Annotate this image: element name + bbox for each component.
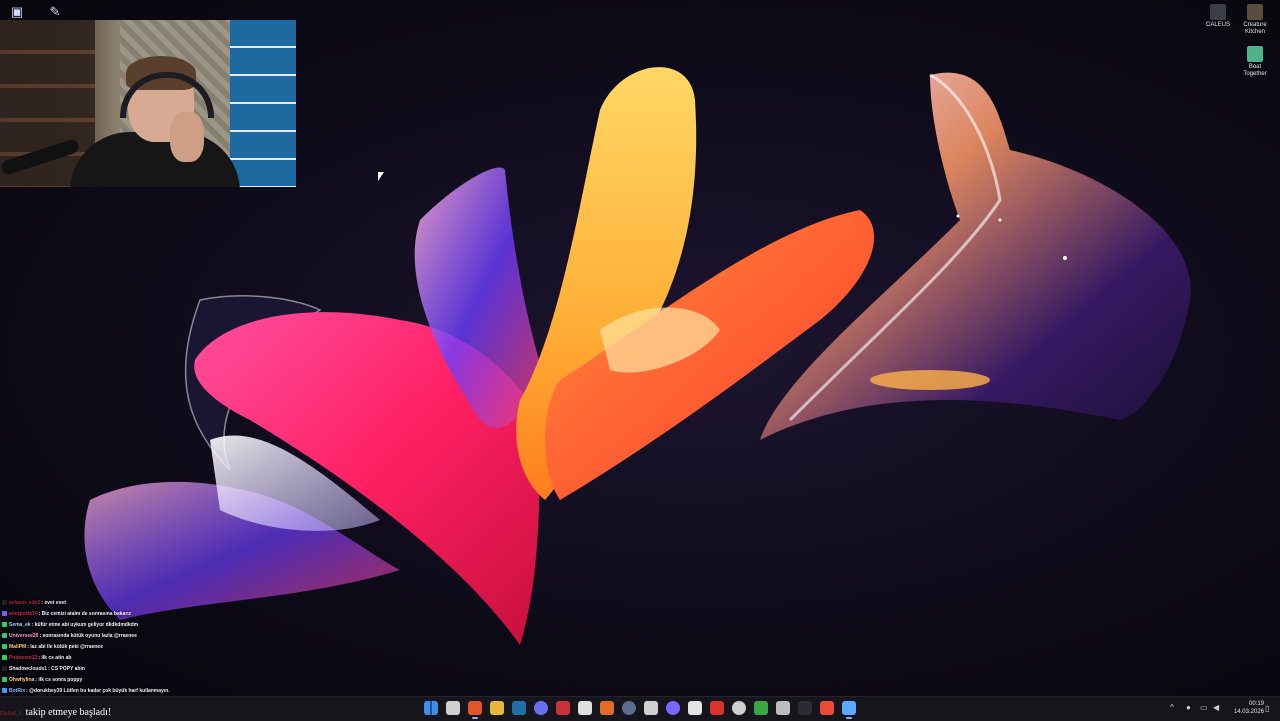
vpn-icon[interactable]	[842, 701, 856, 719]
chat-username: aylasm_sdn2	[9, 600, 41, 606]
stream-chat-overlay: aylasm_sdn2: evet evet overporta10: Biz c…	[2, 598, 322, 696]
file-explorer-icon[interactable]	[490, 701, 504, 715]
chat-message: MaliPM: laz abi ile kütük peki @rraenee	[2, 642, 322, 653]
volume-icon[interactable]: ◀	[1213, 703, 1219, 713]
chat-username: Shadowclouds1	[9, 666, 48, 672]
chat-username: MaliPM	[9, 644, 27, 650]
creature-kitchen-icon	[1247, 4, 1263, 20]
desktop-icon-label: Creature Kitchen	[1243, 22, 1267, 35]
desktop-icon-boat-together[interactable]: Boat Together	[1235, 46, 1275, 78]
caleus-icon	[1210, 4, 1226, 20]
chat-message: aylasm_sdn2: evet evet	[2, 598, 322, 609]
tray-overflow-chevron-icon[interactable]: ^	[1170, 703, 1174, 713]
settings-gear-icon[interactable]	[732, 701, 746, 715]
chat-badge-icon	[2, 677, 7, 683]
chat-message: Sema_ek: küfür etme abi uykum geliyor dk…	[2, 620, 322, 631]
chat-text: : ilk cs atin ab	[38, 655, 72, 661]
mouse-cursor-icon	[378, 172, 384, 181]
chat-text: : ilk cs sonra poppy	[35, 677, 83, 683]
tool-icon[interactable]	[776, 701, 790, 715]
chat-text: : @dorukbey39 Lütfen bu kadar çok büyük …	[26, 688, 170, 694]
chat-text: : küfür etme abi uykum geliyor dkdkdmdkd…	[31, 622, 139, 628]
webcam-overlay	[0, 20, 296, 187]
desktop-icon-label: Boat Together	[1243, 64, 1267, 77]
microphone-icon[interactable]: ●	[1186, 703, 1191, 713]
chat-username: Universee26	[9, 633, 39, 639]
capcut-icon[interactable]	[578, 701, 592, 715]
chat-message: BotRix: @dorukbey39 Lütfen bu kadar çok …	[2, 686, 322, 696]
clock-time: 00:19	[1248, 701, 1264, 707]
taskbar: ^ ● ▭ ◀ 00:19 14.03.2026 ▯	[0, 696, 1280, 721]
chat-message: overporta10: Biz cemizi ataim de sonrası…	[2, 609, 322, 620]
chat-message: Universee26: sonrasında kütük oyunu lazl…	[2, 631, 322, 642]
brave-browser-icon[interactable]	[468, 701, 482, 719]
boat-together-icon	[1247, 46, 1263, 62]
search-icon[interactable]	[446, 701, 460, 715]
chat-badge-icon	[2, 655, 7, 661]
chat-text: : evet evet	[41, 600, 66, 606]
discord-icon[interactable]	[534, 701, 548, 715]
paint-brush-icon[interactable]: ✎	[47, 4, 63, 20]
taskbar-clock[interactable]: 00:19 14.03.2026	[1228, 700, 1264, 716]
notification-bell-icon[interactable]: ▯	[1265, 704, 1269, 713]
chat-username: Ohwhylina	[9, 677, 35, 683]
app-dark-icon[interactable]	[798, 701, 812, 715]
network-icon[interactable]: ▭	[1200, 703, 1208, 713]
chat-badge-icon	[2, 666, 7, 672]
chat-badge-icon	[2, 644, 7, 650]
chat-username: BotRix	[9, 688, 26, 694]
chat-badge-icon	[2, 600, 7, 606]
chat-message: Pobocent12: ilk cs atin ab	[2, 653, 322, 664]
chat-message: Shadowclouds1: CS POPY abin	[2, 664, 322, 675]
chat-text: : CS POPY abin	[48, 666, 85, 672]
follow-alert-text: takip etmeye başladı!	[25, 707, 112, 718]
obs-studio-icon[interactable]	[666, 701, 680, 715]
chatgpt-icon[interactable]	[644, 701, 658, 715]
desktop-icon-label: CALEUS	[1205, 22, 1230, 28]
desktop[interactable]: ▣ ✎ CALEUS Creature Kitchen Boat Togethe…	[0, 0, 1280, 696]
start-button[interactable]	[424, 701, 438, 715]
clock-date: 14.03.2026	[1233, 709, 1264, 715]
recycle-bin-icon[interactable]: ▣	[9, 4, 25, 20]
chat-badge-icon	[2, 622, 7, 628]
desktop-icon-caleus[interactable]: CALEUS	[1198, 4, 1238, 29]
adobe-acrobat-icon[interactable]	[710, 701, 724, 715]
autodesk-icon[interactable]	[600, 701, 614, 715]
minecraft-icon[interactable]	[754, 701, 768, 715]
feather-icon[interactable]	[688, 701, 702, 715]
chat-message: Ohwhylina: ilk cs sonra poppy	[2, 675, 322, 686]
follow-alert: ElsSol_1 takip etmeye başladı!	[0, 706, 111, 720]
pen-icon[interactable]	[820, 701, 834, 715]
media-app-icon[interactable]	[556, 701, 570, 715]
follower-name: ElsSol_1	[0, 711, 22, 717]
chat-username: Pobocent12	[9, 655, 38, 661]
chat-username: Sema_ek	[9, 622, 31, 628]
chat-username: overporta10	[9, 611, 38, 617]
chat-text: : sonrasında kütük oyunu lazla @rraenee	[39, 633, 137, 639]
steam-icon[interactable]	[512, 701, 526, 715]
app-circle-icon[interactable]	[622, 701, 636, 715]
chat-badge-icon	[2, 688, 7, 694]
desktop-icon-creature-kitchen[interactable]: Creature Kitchen	[1235, 4, 1275, 36]
chat-badge-icon	[2, 611, 7, 617]
chat-text: : Biz cemizi ataim de sonrasına bakarız	[38, 611, 132, 617]
chat-text: : laz abi ile kütük peki @rraenee	[27, 644, 103, 650]
chat-badge-icon	[2, 633, 7, 639]
